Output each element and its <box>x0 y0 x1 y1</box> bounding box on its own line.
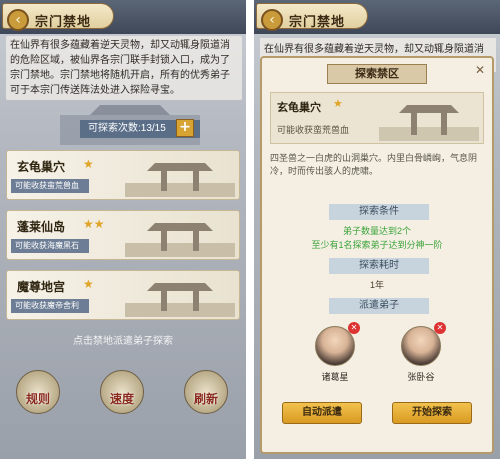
difficulty-stars: ★ <box>83 277 94 291</box>
gate-art <box>379 105 479 141</box>
title-tab: ‹ 宗门禁地 <box>2 3 114 31</box>
remove-icon[interactable]: ✕ <box>348 322 360 334</box>
conditions-header: 探索条件 <box>329 204 429 220</box>
area-card-3[interactable]: 魔尊地宫 ★ 可能收获魔帝舍利 <box>6 270 240 320</box>
disciple-name: 张卧谷 <box>407 372 435 382</box>
time-value: 1年 <box>369 280 384 290</box>
add-count-button[interactable]: + <box>176 119 194 137</box>
auto-dispatch-button[interactable]: 自动派遣 <box>282 402 362 424</box>
condition-line: 弟子数量达到2个 <box>342 226 411 236</box>
dispatch-header: 派遣弟子 <box>329 298 429 314</box>
area-reward: 可能收获蛮荒兽血 <box>11 179 89 193</box>
area-reward: 可能收获魔帝舍利 <box>11 299 89 313</box>
difficulty-stars: ★ <box>333 97 343 110</box>
remove-icon[interactable]: ✕ <box>434 322 446 334</box>
close-icon[interactable]: ✕ <box>472 62 488 78</box>
area-name: 玄龟巢穴 <box>277 101 321 114</box>
explore-count-label: 可探索次数: <box>88 123 141 134</box>
area-name: 魔尊地宫 <box>17 280 66 294</box>
difficulty-stars: ★ <box>83 157 94 171</box>
title-tab: ‹ 宗门禁地 <box>256 3 368 31</box>
speed-button-label[interactable]: 速度 <box>94 390 150 407</box>
area-reward: 可能收获蛮荒兽血 <box>277 125 350 135</box>
explore-count-value: 13/15 <box>140 123 166 134</box>
dispatch-hint: 点击禁地派遣弟子探索 <box>73 336 173 347</box>
start-explore-button[interactable]: 开始探索 <box>392 402 472 424</box>
explore-modal: 探索禁区 ✕ 玄龟巢穴 ★ 可能收获蛮荒兽血 四圣兽之一白虎的山洞巢穴。内里白骨… <box>260 56 494 454</box>
area-description: 四圣兽之一白虎的山洞巢穴。内里白骨嶙峋，气息阴冷，时而传出骇人的虎啸。 <box>270 153 478 176</box>
gate-art <box>125 163 235 197</box>
refresh-button-label[interactable]: 刷新 <box>178 390 234 407</box>
area-reward: 可能收获海魔黑石 <box>11 239 89 253</box>
selected-area-card: 玄龟巢穴 ★ 可能收获蛮荒兽血 <box>270 92 484 144</box>
title-bar: ‹ 宗门禁地 <box>254 0 500 34</box>
area-name: 玄龟巢穴 <box>17 160 66 174</box>
difficulty-stars: ★★ <box>83 217 105 231</box>
intro-paragraph: 在仙界有很多蕴藏着逆天灵物，却又动辄身陨道消的危险区域，被仙界各宗门联手封锁入口… <box>6 36 242 100</box>
disciple-name: 诸葛星 <box>321 372 349 382</box>
condition-line: 至少有1名探索弟子达到分神一阶 <box>311 240 443 250</box>
left-screen: ‹ 宗门禁地 在仙界有很多蕴藏着逆天灵物，却又动辄身陨道消的危险区域，被仙界各宗… <box>0 0 246 459</box>
time-header: 探索耗时 <box>329 258 429 274</box>
page-title: 宗门禁地 <box>35 15 92 30</box>
area-name: 蓬莱仙岛 <box>17 220 66 234</box>
rules-button-label[interactable]: 规则 <box>10 390 66 407</box>
gate-art <box>125 223 235 257</box>
area-card-1[interactable]: 玄龟巢穴 ★ 可能收获蛮荒兽血 <box>6 150 240 200</box>
disciple-slot[interactable]: ✕ 张卧谷 <box>396 322 446 383</box>
gate-art <box>125 283 235 317</box>
intro-text: 在仙界有很多蕴藏着逆天灵物，却又动辄身陨道消的危险区域，被仙界各宗门联手封锁入口… <box>6 36 242 100</box>
back-arrow-icon[interactable]: ‹ <box>7 9 29 31</box>
disciple-slot[interactable]: ✕ 诸葛星 <box>310 322 360 383</box>
page-title: 宗门禁地 <box>289 15 346 30</box>
title-bar: ‹ 宗门禁地 <box>0 0 246 34</box>
modal-title: 探索禁区 <box>327 64 427 84</box>
back-arrow-icon[interactable]: ‹ <box>261 9 283 31</box>
screenshot-root: ‹ 宗门禁地 在仙界有很多蕴藏着逆天灵物，却又动辄身陨道消的危险区域，被仙界各宗… <box>0 0 500 459</box>
area-card-2[interactable]: 蓬莱仙岛 ★★ 可能收获海魔黑石 <box>6 210 240 260</box>
right-screen: ‹ 宗门禁地 在仙界有很多蕴藏着逆天灵物，却又动辄身陨道消的 探索禁区 ✕ 玄龟… <box>254 0 500 459</box>
